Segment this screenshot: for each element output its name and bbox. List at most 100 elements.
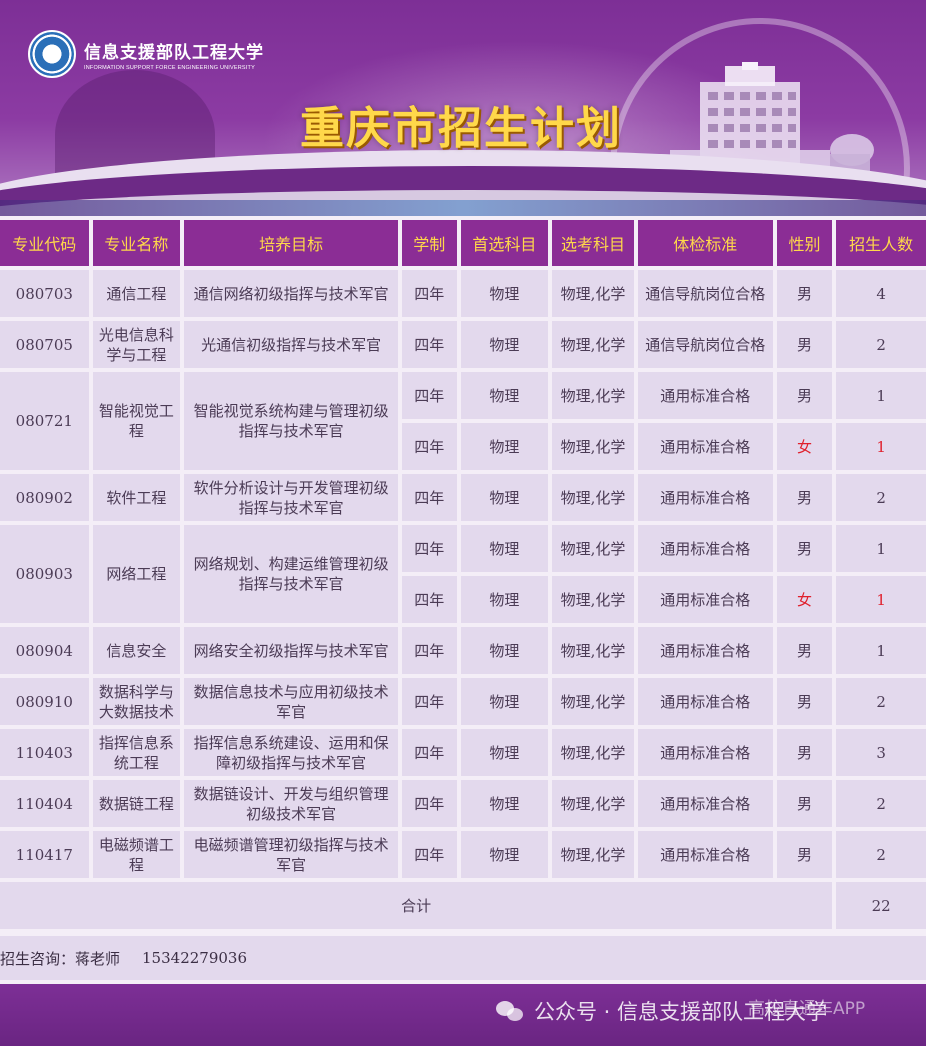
cell-first-subject: 物理: [460, 423, 549, 470]
cell-name: 指挥信息系统工程: [92, 729, 181, 776]
cell-years: 四年: [401, 678, 457, 725]
cell-code: 110403: [0, 729, 89, 776]
cell-medical: 通用标准合格: [637, 423, 773, 470]
cell-gender: 男: [776, 831, 833, 878]
total-value: 22: [836, 882, 926, 929]
header-years: 学制: [401, 220, 457, 266]
cell-years: 四年: [401, 321, 457, 368]
cell-medical: 通用标准合格: [637, 831, 773, 878]
cell-first-subject: 物理: [460, 627, 549, 674]
header-gender: 性别: [776, 220, 833, 266]
university-name-en: INFORMATION SUPPORT FORCE ENGINEERING UN…: [84, 64, 255, 71]
header-medical: 体检标准: [637, 220, 773, 266]
cell-name: 光电信息科学与工程: [92, 321, 181, 368]
cell-count: 2: [836, 321, 926, 368]
watermark-overlay-text: 高校直通车APP: [748, 999, 866, 1019]
cell-years: 四年: [401, 423, 457, 470]
cell-code: 110404: [0, 780, 89, 827]
page-title: 重庆市招生计划: [300, 103, 622, 154]
cell-elective: 物理,化学: [552, 831, 634, 878]
cell-code: 080902: [0, 474, 89, 521]
table-row: 080721 智能视觉工程 智能视觉系统构建与管理初级指挥与技术军官 四年 物理…: [0, 372, 926, 470]
cell-elective: 物理,化学: [552, 627, 634, 674]
cell-count: 2: [836, 831, 926, 878]
cell-elective: 物理,化学: [552, 321, 634, 368]
cell-first-subject: 物理: [460, 270, 549, 317]
cell-years: 四年: [401, 474, 457, 521]
cell-elective: 物理,化学: [552, 729, 634, 776]
cell-elective: 物理,化学: [552, 525, 634, 572]
cell-medical: 通用标准合格: [637, 729, 773, 776]
cell-code: 080721: [0, 372, 89, 470]
cell-elective: 物理,化学: [552, 576, 634, 623]
cell-goal: 数据信息技术与应用初级技术军官: [184, 678, 398, 725]
cell-gender: 男: [776, 270, 833, 317]
total-label: 合计: [0, 882, 833, 929]
cell-elective: 物理,化学: [552, 780, 634, 827]
cell-goal: 智能视觉系统构建与管理初级指挥与技术军官: [184, 372, 398, 470]
table-row: 110404 数据链工程 数据链设计、开发与组织管理初级技术军官 四年 物理 物…: [0, 780, 926, 827]
cell-code: 080910: [0, 678, 89, 725]
cell-elective: 物理,化学: [552, 423, 634, 470]
cell-gender: 男: [776, 474, 833, 521]
cell-gender: 女: [776, 423, 833, 470]
cell-first-subject: 物理: [460, 678, 549, 725]
cell-elective: 物理,化学: [552, 270, 634, 317]
cell-medical: 通用标准合格: [637, 780, 773, 827]
header-count: 招生人数: [836, 220, 926, 266]
cell-count: 1: [836, 423, 926, 470]
cell-name: 电磁频谱工程: [92, 831, 181, 878]
cell-count: 1: [836, 372, 926, 419]
cell-medical: 通信导航岗位合格: [637, 270, 773, 317]
cell-years: 四年: [401, 576, 457, 623]
cell-years: 四年: [401, 372, 457, 419]
cell-first-subject: 物理: [460, 831, 549, 878]
cell-gender: 女: [776, 576, 833, 623]
cell-code: 110417: [0, 831, 89, 878]
cell-first-subject: 物理: [460, 576, 549, 623]
enrollment-plan-table: 专业代码 专业名称 培养目标 学制 首选科目 选考科目 体检标准 性别 招生人数…: [0, 216, 926, 933]
wechat-icon: [496, 999, 526, 1023]
header-goal: 培养目标: [184, 220, 398, 266]
cell-first-subject: 物理: [460, 525, 549, 572]
cell-elective: 物理,化学: [552, 372, 634, 419]
cell-count: 2: [836, 780, 926, 827]
cell-goal: 软件分析设计与开发管理初级指挥与技术军官: [184, 474, 398, 521]
header-first-subject: 首选科目: [460, 220, 549, 266]
table-row: 110403 指挥信息系统工程 指挥信息系统建设、运用和保障初级指挥与技术军官 …: [0, 729, 926, 776]
cell-years: 四年: [401, 780, 457, 827]
header-elective-subject: 选考科目: [552, 220, 634, 266]
cell-code: 080904: [0, 627, 89, 674]
table-row: 080703 通信工程 通信网络初级指挥与技术军官 四年 物理 物理,化学 通信…: [0, 270, 926, 317]
cell-count: 2: [836, 678, 926, 725]
cell-goal: 网络安全初级指挥与技术军官: [184, 627, 398, 674]
university-name-cn: 信息支援部队工程大学: [84, 42, 264, 63]
cell-count: 4: [836, 270, 926, 317]
cell-count: 3: [836, 729, 926, 776]
admission-contact: 招生咨询：蒋老师 15342279036: [0, 936, 926, 980]
cell-medical: 通信导航岗位合格: [637, 321, 773, 368]
cell-name: 数据科学与大数据技术: [92, 678, 181, 725]
contact-label: 招生咨询：蒋老师: [0, 949, 121, 968]
cell-years: 四年: [401, 729, 457, 776]
cell-name: 信息安全: [92, 627, 181, 674]
cell-count: 1: [836, 576, 926, 623]
cell-name: 智能视觉工程: [92, 372, 181, 470]
cell-goal: 通信网络初级指挥与技术军官: [184, 270, 398, 317]
cell-gender: 男: [776, 627, 833, 674]
cell-name: 数据链工程: [92, 780, 181, 827]
cell-name: 网络工程: [92, 525, 181, 623]
cell-elective: 物理,化学: [552, 678, 634, 725]
cell-years: 四年: [401, 270, 457, 317]
cell-name: 软件工程: [92, 474, 181, 521]
cell-goal: 电磁频谱管理初级指挥与技术军官: [184, 831, 398, 878]
table-header-row: 专业代码 专业名称 培养目标 学制 首选科目 选考科目 体检标准 性别 招生人数: [0, 220, 926, 266]
cell-elective: 物理,化学: [552, 474, 634, 521]
banner-blue-strip: [0, 200, 926, 216]
cell-medical: 通用标准合格: [637, 525, 773, 572]
cell-gender: 男: [776, 525, 833, 572]
cell-goal: 指挥信息系统建设、运用和保障初级指挥与技术军官: [184, 729, 398, 776]
cell-years: 四年: [401, 525, 457, 572]
cell-first-subject: 物理: [460, 372, 549, 419]
cell-first-subject: 物理: [460, 321, 549, 368]
